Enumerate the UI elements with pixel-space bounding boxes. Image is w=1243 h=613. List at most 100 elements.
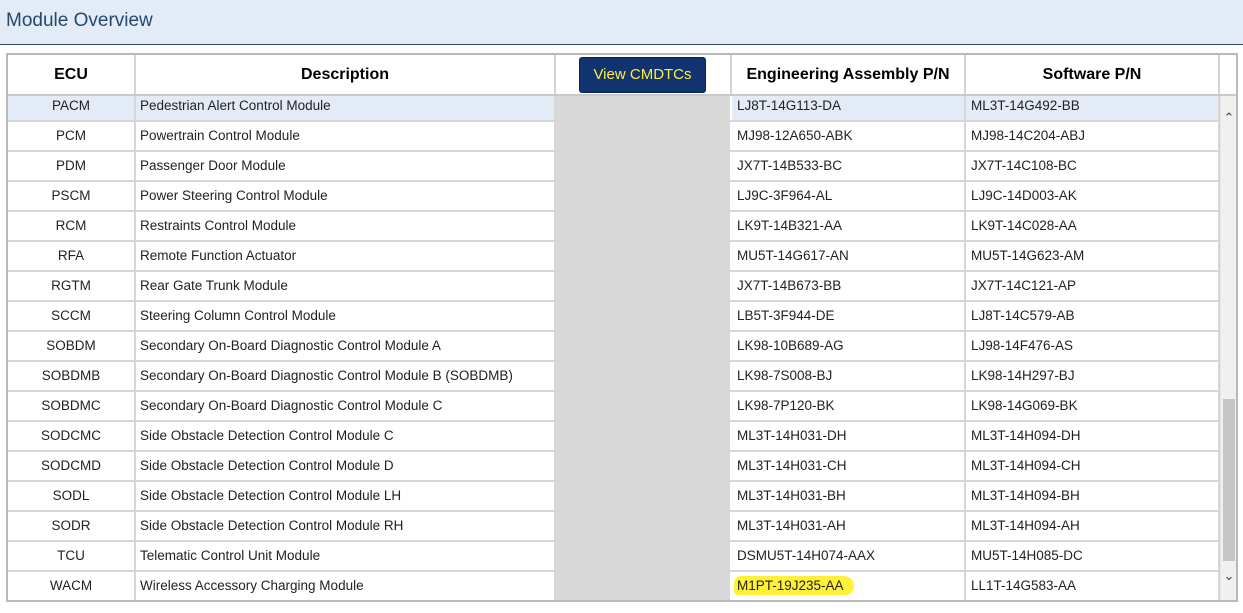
cell-ecu: SODL: [8, 482, 136, 510]
table-row[interactable]: SODR Side Obstacle Detection Control Modu…: [8, 512, 1220, 542]
cell-description: Rear Gate Trunk Module: [136, 272, 556, 300]
header-description[interactable]: Description: [136, 55, 556, 94]
cell-cmdtc: [556, 572, 732, 600]
cell-engineering-pn: LK98-7S008-BJ: [732, 362, 966, 390]
cell-engineering-pn: MU5T-14G617-AN: [732, 242, 966, 270]
table-row[interactable]: SOBDMB Secondary On-Board Diagnostic Cont…: [8, 362, 1220, 392]
scrollbar-thumb[interactable]: [1223, 399, 1235, 561]
cell-cmdtc: [556, 332, 732, 360]
table-row[interactable]: WACM Wireless Accessory Charging Module M1…: [8, 572, 1220, 600]
cell-software-pn: MU5T-14H085-DC: [966, 542, 1220, 570]
cell-description: Side Obstacle Detection Control Module C: [136, 422, 556, 450]
cell-cmdtc: [556, 302, 732, 330]
table-header: ECU Description View CMDTCs Engineering …: [8, 55, 1236, 96]
cell-cmdtc: [556, 542, 732, 570]
cell-software-pn: LJ9C-14D003-AK: [966, 182, 1220, 210]
vertical-scrollbar[interactable]: ⌃ ⌄: [1220, 96, 1236, 600]
table-row[interactable]: RGTM Rear Gate Trunk Module JX7T-14B673-BB…: [8, 272, 1220, 302]
cell-cmdtc: [556, 422, 732, 450]
cell-engineering-pn: LB5T-3F944-DE: [732, 302, 966, 330]
cell-ecu: SCCM: [8, 302, 136, 330]
cell-software-pn: MJ98-14C204-ABJ: [966, 122, 1220, 150]
cell-software-pn: ML3T-14G492-BB: [966, 96, 1220, 120]
cell-software-pn: LJ98-14F476-AS: [966, 332, 1220, 360]
cell-cmdtc: [556, 212, 732, 240]
cell-software-pn: ML3T-14H094-CH: [966, 452, 1220, 480]
cell-ecu: SOBDMC: [8, 392, 136, 420]
cell-ecu: PSCM: [8, 182, 136, 210]
cell-cmdtc: [556, 122, 732, 150]
table-row[interactable]: SODCMD Side Obstacle Detection Control Mo…: [8, 452, 1220, 482]
cell-ecu: SOBDM: [8, 332, 136, 360]
cell-cmdtc: [556, 152, 732, 180]
cell-software-pn: MU5T-14G623-AM: [966, 242, 1220, 270]
cell-software-pn: LK9T-14C028-AA: [966, 212, 1220, 240]
table-row[interactable]: PDM Passenger Door Module JX7T-14B533-BC JX…: [8, 152, 1220, 182]
cell-description: Power Steering Control Module: [136, 182, 556, 210]
cell-engineering-pn: M1PT-19J235-AA: [732, 572, 966, 600]
cell-software-pn: ML3T-14H094-AH: [966, 512, 1220, 540]
cell-description: Passenger Door Module: [136, 152, 556, 180]
cell-description: Pedestrian Alert Control Module: [136, 96, 556, 120]
highlighted-part-number: M1PT-19J235-AA: [734, 576, 854, 595]
cell-description: Secondary On-Board Diagnostic Control Mo…: [136, 392, 556, 420]
cell-engineering-pn: ML3T-14H031-AH: [732, 512, 966, 540]
cell-description: Side Obstacle Detection Control Module L…: [136, 482, 556, 510]
cell-description: Wireless Accessory Charging Module: [136, 572, 556, 600]
view-cmdtcs-button[interactable]: View CMDTCs: [579, 57, 706, 93]
table-body: PACM Pedestrian Alert Control Module LJ8T-…: [8, 96, 1220, 600]
cell-description: Side Obstacle Detection Control Module R…: [136, 512, 556, 540]
cell-ecu: RGTM: [8, 272, 136, 300]
cell-software-pn: LJ8T-14C579-AB: [966, 302, 1220, 330]
table-row[interactable]: SOBDM Secondary On-Board Diagnostic Contr…: [8, 332, 1220, 362]
cell-cmdtc: [556, 96, 732, 120]
table-row[interactable]: SCCM Steering Column Control Module LB5T-3…: [8, 302, 1220, 332]
cell-cmdtc: [556, 482, 732, 510]
table-row[interactable]: PACM Pedestrian Alert Control Module LJ8T-…: [8, 96, 1220, 122]
chevron-down-icon[interactable]: ⌄: [1221, 566, 1236, 586]
cell-cmdtc: [556, 452, 732, 480]
header-engineering-pn[interactable]: Engineering Assembly P/N: [732, 55, 966, 94]
cell-cmdtc: [556, 362, 732, 390]
cell-cmdtc: [556, 512, 732, 540]
cell-ecu: RCM: [8, 212, 136, 240]
cell-cmdtc: [556, 392, 732, 420]
module-table: ECU Description View CMDTCs Engineering …: [6, 53, 1238, 602]
table-row[interactable]: RFA Remote Function Actuator MU5T-14G617-A…: [8, 242, 1220, 272]
cell-description: Telematic Control Unit Module: [136, 542, 556, 570]
header-ecu[interactable]: ECU: [8, 55, 136, 94]
table-row[interactable]: SODL Side Obstacle Detection Control Modu…: [8, 482, 1220, 512]
cell-description: Remote Function Actuator: [136, 242, 556, 270]
cell-ecu: SODCMD: [8, 452, 136, 480]
header-software-pn[interactable]: Software P/N: [966, 55, 1220, 94]
cell-ecu: PACM: [8, 96, 136, 120]
table-row[interactable]: SOBDMC Secondary On-Board Diagnostic Cont…: [8, 392, 1220, 422]
cell-description: Restraints Control Module: [136, 212, 556, 240]
chevron-up-icon[interactable]: ⌃: [1221, 108, 1236, 128]
table-row[interactable]: TCU Telematic Control Unit Module DSMU5T-1…: [8, 542, 1220, 572]
cell-engineering-pn: ML3T-14H031-BH: [732, 482, 966, 510]
cell-engineering-pn: JX7T-14B533-BC: [732, 152, 966, 180]
header-cmdtc: View CMDTCs: [556, 55, 732, 94]
cell-engineering-pn: LK98-10B689-AG: [732, 332, 966, 360]
cell-ecu: SODR: [8, 512, 136, 540]
table-row[interactable]: SODCMC Side Obstacle Detection Control Mo…: [8, 422, 1220, 452]
cell-engineering-pn: ML3T-14H031-DH: [732, 422, 966, 450]
cell-engineering-pn: DSMU5T-14H074-AAX: [732, 542, 966, 570]
cell-software-pn: LL1T-14G583-AA: [966, 572, 1220, 600]
cell-software-pn: JX7T-14C121-AP: [966, 272, 1220, 300]
table-row[interactable]: PSCM Power Steering Control Module LJ9C-3F…: [8, 182, 1220, 212]
table-row[interactable]: PCM Powertrain Control Module MJ98-12A650-…: [8, 122, 1220, 152]
title-bar: Module Overview: [0, 0, 1243, 45]
cell-software-pn: ML3T-14H094-DH: [966, 422, 1220, 450]
table-row[interactable]: RCM Restraints Control Module LK9T-14B321-…: [8, 212, 1220, 242]
cell-ecu: PCM: [8, 122, 136, 150]
cell-engineering-pn: LJ9C-3F964-AL: [732, 182, 966, 210]
cell-engineering-pn: ML3T-14H031-CH: [732, 452, 966, 480]
cell-description: Powertrain Control Module: [136, 122, 556, 150]
cell-description: Steering Column Control Module: [136, 302, 556, 330]
cell-cmdtc: [556, 242, 732, 270]
cell-software-pn: JX7T-14C108-BC: [966, 152, 1220, 180]
cell-software-pn: LK98-14H297-BJ: [966, 362, 1220, 390]
cell-ecu: PDM: [8, 152, 136, 180]
